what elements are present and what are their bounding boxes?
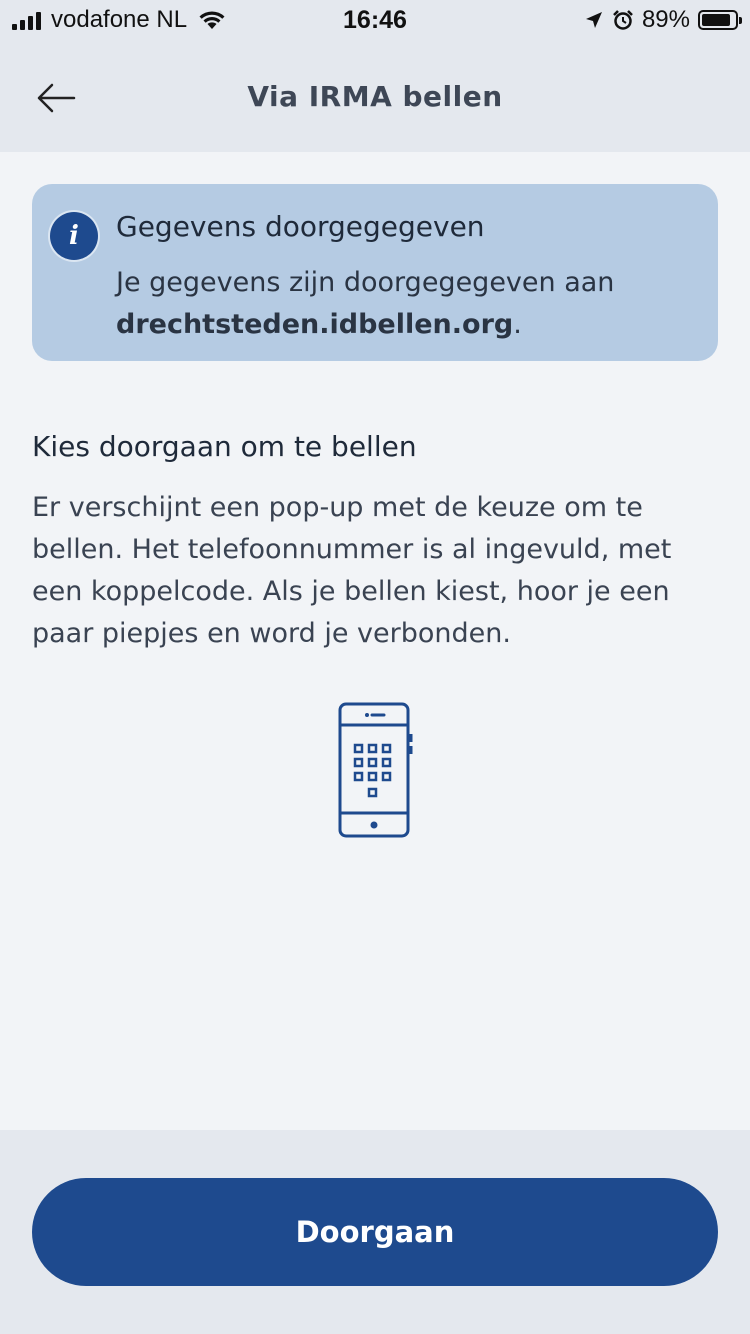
info-icon: i [50,212,98,260]
section-body: Er verschijnt een pop-up met de keuze om… [32,492,672,649]
section-heading: Kies doorgaan om te bellen [32,430,417,463]
info-text-prefix: Je gegevens zijn doorgegegeven aan [116,267,615,298]
battery-icon [698,10,742,30]
info-text: Je gegevens zijn doorgegegeven aan drech… [116,262,696,346]
status-right: 89% [584,6,742,34]
app-header: Via IRMA bellen [0,40,750,152]
info-title: Gegevens doorgegegeven [116,210,485,243]
continue-button[interactable]: Doorgaan [32,1178,718,1286]
footer: Doorgaan [0,1130,750,1334]
status-bar: vodafone NL 16:46 89% [0,0,750,40]
page-title: Via IRMA bellen [247,80,503,113]
info-notice: i Gegevens doorgegegeven Je gegevens zij… [32,184,718,361]
battery-percentage: 89% [641,6,690,33]
info-text-suffix: . [513,309,522,340]
location-arrow-icon [585,12,602,28]
alarm-icon [613,10,633,30]
phone-keypad-icon [338,702,413,838]
info-domain: drechtsteden.idbellen.org [116,309,514,340]
